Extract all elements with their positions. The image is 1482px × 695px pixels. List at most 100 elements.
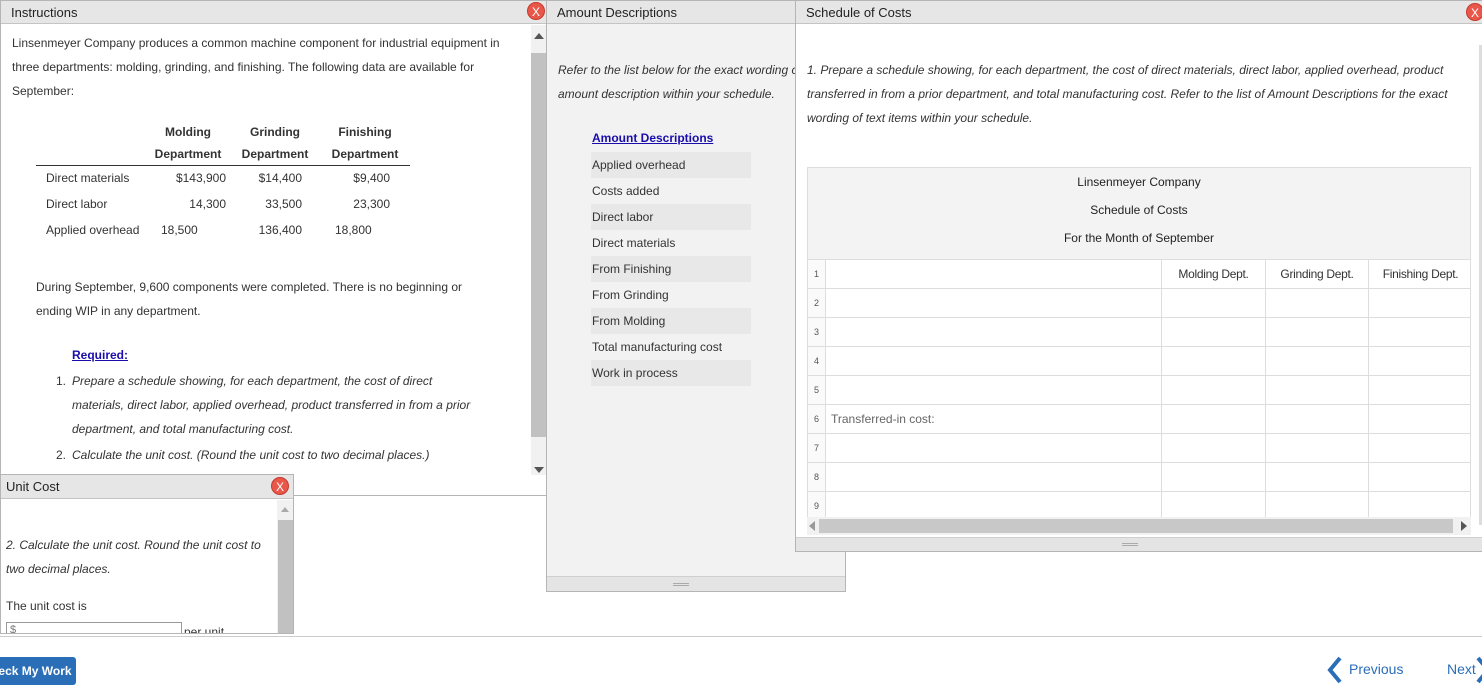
grinding-input[interactable]: [1266, 405, 1369, 433]
schedule-title: Schedule of Costs: [806, 5, 912, 20]
row-number: 7: [808, 434, 826, 462]
req2-number: 2.: [56, 448, 67, 462]
label-input[interactable]: [826, 318, 1162, 346]
grinding-input[interactable]: [1266, 347, 1369, 375]
molding-input[interactable]: [1162, 492, 1266, 518]
table-row: 2: [808, 289, 1470, 318]
check-my-work-button[interactable]: eck My Work: [0, 657, 76, 685]
molding-input[interactable]: [1162, 318, 1266, 346]
row-label: Direct labor: [46, 197, 108, 211]
unit-prompt-line-2: two decimal places.: [6, 562, 111, 576]
label-input[interactable]: [826, 434, 1162, 462]
row-number: 1: [808, 260, 826, 288]
refer-line-2: amount description within your schedule.: [558, 87, 775, 101]
scroll-down-icon[interactable]: [534, 467, 544, 473]
report-name: Schedule of Costs: [1090, 203, 1188, 217]
row-number: 6: [808, 405, 826, 433]
molding-input[interactable]: [1162, 289, 1266, 317]
row-number: 5: [808, 376, 826, 404]
list-item: Costs added: [592, 184, 660, 198]
grinding-input[interactable]: [1266, 434, 1369, 462]
scroll-up-icon[interactable]: [534, 33, 544, 39]
list-item: From Molding: [591, 308, 751, 334]
resize-bar[interactable]: [547, 576, 845, 591]
molding-value: 14,300: [189, 197, 226, 211]
list-item: From Grinding: [592, 288, 669, 302]
finishing-input[interactable]: [1369, 492, 1470, 518]
finishing-value: $9,400: [353, 171, 390, 186]
row-number: 2: [808, 289, 826, 317]
col-finishing-top: Finishing: [338, 125, 392, 139]
finishing-input[interactable]: [1369, 405, 1470, 433]
schedule-grid-header: Linsenmeyer Company Schedule of Costs Fo…: [808, 168, 1470, 260]
table-row: Direct labor 14,300 33,500 23,300: [36, 191, 410, 217]
grinding-input[interactable]: [1266, 289, 1369, 317]
label-input[interactable]: [826, 492, 1162, 518]
unit-cost-label: The unit cost is: [6, 599, 87, 613]
hscroll-thumb[interactable]: [819, 519, 1453, 533]
finishing-value: 23,300: [353, 197, 390, 211]
amount-descriptions-list: Applied overhead Costs added Direct labo…: [591, 152, 751, 386]
chevron-right-icon[interactable]: [1475, 655, 1482, 685]
resize-bar[interactable]: [796, 537, 1482, 551]
finishing-input[interactable]: [1369, 434, 1470, 462]
chevron-left-icon[interactable]: [1327, 655, 1343, 685]
previous-button[interactable]: Previous: [1349, 661, 1403, 677]
grinding-input[interactable]: [1266, 318, 1369, 346]
during-line-1: During September, 9,600 components were …: [36, 280, 463, 294]
intro-line-1: Linsenmeyer Company produces a common ma…: [12, 36, 500, 50]
scroll-left-icon[interactable]: [809, 521, 815, 531]
label-input[interactable]: [826, 260, 1162, 288]
schedule-instr-line-2: transferred in from a prior department, …: [807, 87, 1448, 101]
req1-line-3: department, and total manufacturing cost…: [72, 422, 294, 436]
unit-cost-close-button[interactable]: X: [271, 477, 289, 495]
label-input[interactable]: [826, 376, 1162, 404]
row-label: Applied overhead: [46, 223, 140, 237]
grinding-value: $14,400: [258, 171, 302, 186]
instructions-window: Instructions Linsenmeyer Company produce…: [0, 0, 548, 496]
instructions-close-button[interactable]: X: [527, 2, 545, 20]
col-molding-bottom: Department: [146, 143, 230, 166]
next-button[interactable]: Next: [1447, 661, 1476, 677]
molding-input[interactable]: [1162, 434, 1266, 462]
col-grinding-bottom: Department: [230, 143, 320, 166]
finishing-input[interactable]: [1369, 376, 1470, 404]
unit-cost-scrollbar[interactable]: [277, 500, 293, 633]
grinding-input[interactable]: [1266, 376, 1369, 404]
finishing-input[interactable]: [1369, 289, 1470, 317]
amount-descriptions-title: Amount Descriptions: [557, 5, 677, 20]
table-row: 9: [808, 492, 1470, 518]
molding-input[interactable]: [1162, 463, 1266, 491]
label-input[interactable]: [826, 347, 1162, 375]
row-number: 4: [808, 347, 826, 375]
per-unit-label: per unit: [184, 625, 225, 634]
finishing-input[interactable]: [1369, 463, 1470, 491]
unit-cost-header[interactable]: Unit Cost X: [1, 475, 293, 499]
label-input[interactable]: [826, 463, 1162, 491]
row-number: 8: [808, 463, 826, 491]
row-label: Direct materials: [46, 171, 130, 186]
molding-input[interactable]: [1162, 405, 1266, 433]
schedule-header[interactable]: Schedule of Costs X: [796, 1, 1482, 24]
finishing-input[interactable]: [1369, 318, 1470, 346]
instructions-header[interactable]: Instructions: [1, 1, 547, 24]
grinding-input[interactable]: [1266, 492, 1369, 518]
molding-input[interactable]: [1162, 376, 1266, 404]
molding-input[interactable]: [1162, 347, 1266, 375]
schedule-close-button[interactable]: X: [1466, 3, 1482, 21]
table-row: 4: [808, 347, 1470, 376]
scroll-right-icon[interactable]: [1461, 521, 1467, 531]
grinding-input[interactable]: [1266, 463, 1369, 491]
grinding-value: 33,500: [265, 197, 302, 211]
required-link[interactable]: Required:: [72, 343, 128, 367]
col-header-finishing: Finishing Dept.: [1382, 267, 1459, 281]
col-molding-top: Molding: [165, 125, 211, 139]
schedule-hscrollbar[interactable]: [807, 517, 1471, 535]
table-row: 1 Molding Dept. Grinding Dept. Finishing…: [808, 260, 1470, 289]
scroll-thumb[interactable]: [278, 520, 293, 633]
label-input[interactable]: [826, 289, 1162, 317]
finishing-input[interactable]: [1369, 347, 1470, 375]
scroll-up-icon[interactable]: [281, 507, 289, 512]
unit-cost-input[interactable]: $: [6, 622, 182, 633]
req1-line-2: materials, direct labor, applied overhea…: [72, 398, 471, 412]
